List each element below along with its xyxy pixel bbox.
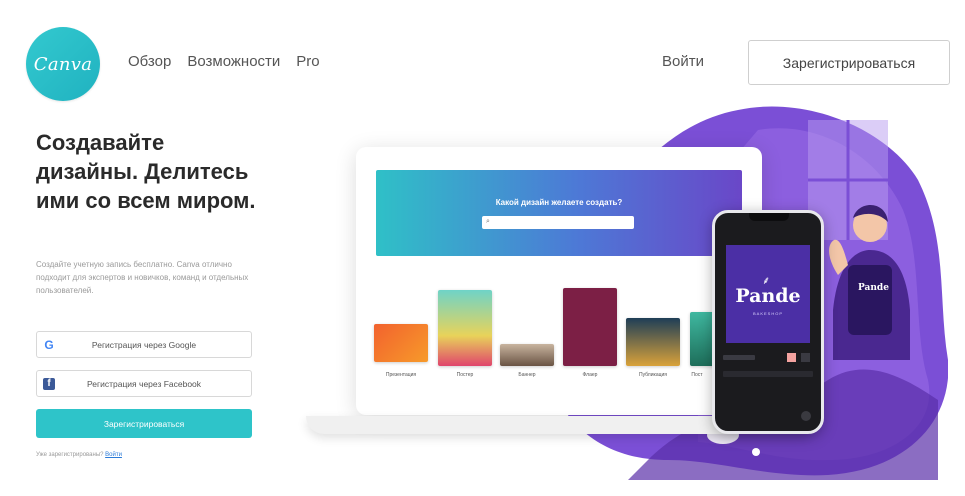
phone-design-card: ⸙ Pande BAKESHOP — [726, 245, 810, 343]
banner-question: Какой дизайн желаете создать? — [495, 198, 623, 207]
phone-notch — [749, 213, 789, 221]
hero-headline: Создавайте дизайны. Делитесь ими со всем… — [36, 130, 256, 213]
phone-tagline: BAKESHOP — [752, 311, 783, 316]
google-icon: G — [44, 337, 54, 352]
nav-item-pro[interactable]: Pro — [296, 53, 319, 70]
banner-search-input[interactable]: ⌕ — [482, 216, 634, 229]
thumbnail-banner-label: Баннер — [518, 372, 536, 378]
thumbnail-flyer[interactable] — [563, 288, 617, 366]
search-icon: ⌕ — [486, 218, 490, 225]
main-nav: Обзор Возможности Pro — [128, 53, 320, 70]
google-signup-label: Регистрация через Google — [91, 339, 197, 350]
signup-button-primary[interactable]: Зарегистрироваться — [36, 409, 252, 438]
hero-description: Создайте учетную запись бесплатно. Canva… — [36, 260, 249, 295]
already-registered: Уже зарегистрированы? Войти — [36, 452, 122, 458]
facebook-signup-label: Регистрация через Facebook — [86, 378, 202, 389]
nav-item-features[interactable]: Возможности — [187, 53, 280, 70]
phone-mockup: ⸙ Pande BAKESHOP — [712, 210, 824, 434]
thumbnail-poster-label: Постер — [456, 372, 474, 378]
canva-logo[interactable]: Canva — [26, 27, 100, 101]
design-search-banner: Какой дизайн желаете создать? ⌕ — [376, 170, 742, 256]
thumbnail-presentation[interactable] — [374, 324, 428, 362]
thumbnail-banner[interactable] — [500, 344, 554, 366]
phone-format-row — [723, 371, 813, 377]
nav-item-overview[interactable]: Обзор — [128, 53, 171, 70]
toolbar-font-select[interactable] — [723, 355, 755, 360]
thumbnail-post-label: Пост — [691, 372, 703, 378]
phone-brand-text: Pande — [735, 285, 801, 307]
thumbnail-publication-label: Публикация — [639, 372, 667, 378]
signup-button-header[interactable]: Зарегистрироваться — [748, 40, 950, 85]
thumbnail-presentation-label: Презентация — [385, 372, 417, 378]
facebook-icon: f — [43, 377, 55, 390]
apron-logo-text: Pande — [858, 283, 889, 293]
login-link-small[interactable]: Войти — [105, 452, 122, 458]
thumbnail-publication[interactable] — [626, 318, 680, 366]
phone-toolbar — [721, 353, 815, 363]
already-registered-text: Уже зарегистрированы? — [36, 452, 104, 458]
thumbnail-poster[interactable] — [438, 290, 492, 366]
phone-action-button[interactable] — [801, 411, 811, 421]
toolbar-color-swatch[interactable] — [787, 353, 796, 362]
thumbnail-flyer-label: Флаер — [582, 372, 598, 378]
google-signup-button[interactable]: G Регистрация через Google — [36, 331, 252, 358]
login-link[interactable]: Войти — [662, 53, 704, 70]
facebook-signup-button[interactable]: f Регистрация через Facebook — [36, 370, 252, 397]
logo-text: Canva — [33, 53, 93, 75]
toolbar-more[interactable] — [801, 353, 810, 362]
